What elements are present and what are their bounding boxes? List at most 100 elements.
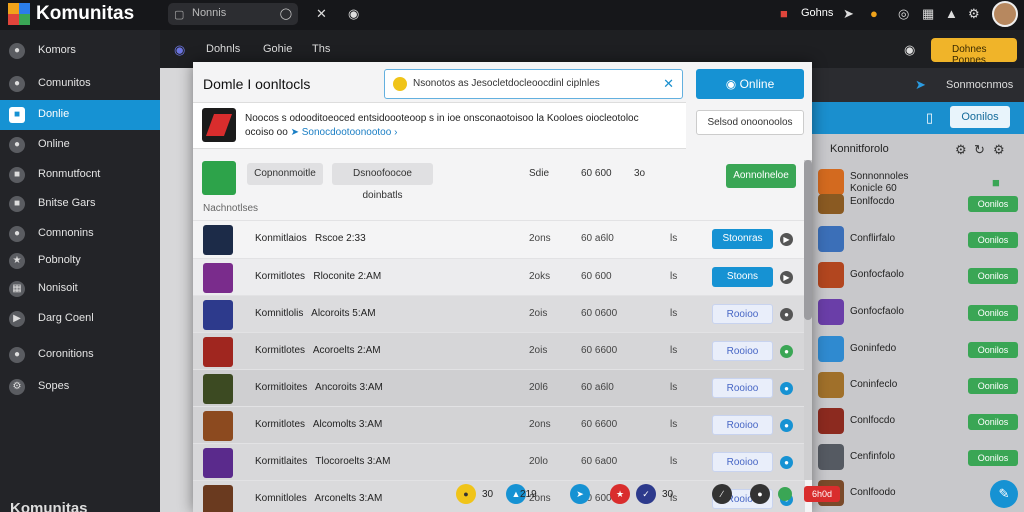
scrollbar-thumb[interactable]	[804, 160, 812, 320]
sidebar-item-komors[interactable]: ● Komors	[0, 36, 160, 66]
row-action-button[interactable]: Rooioo	[712, 304, 773, 324]
phone-icon[interactable]: ▯	[926, 110, 933, 126]
tab-dohnls[interactable]: Dohnls	[206, 43, 240, 55]
twitter-icon[interactable]: ➤	[915, 77, 926, 93]
app-logo[interactable]	[8, 3, 30, 25]
right-panel-row[interactable]: Cenfinfolo Oonilos	[812, 440, 1024, 476]
right-panel-row[interactable]: Goninfedo Oonilos	[812, 332, 1024, 368]
emoji-icon[interactable]: ●	[456, 484, 476, 504]
table-row[interactable]: Kormitloites Ancoroits 3:AM 20l6 60 a6l0…	[193, 369, 805, 406]
sidebar-item-bnitse-gars[interactable]: ■ Bnitse Gars	[0, 189, 160, 219]
online-button[interactable]: ◉ Online	[696, 69, 804, 99]
row-action-button[interactable]: Rooioo	[712, 378, 773, 398]
tab-ths[interactable]: Ths	[312, 43, 330, 55]
sidebar-item-darg-coenl[interactable]: ▶ Darg Coenl	[0, 304, 160, 334]
sidebar-item-sopes[interactable]: ⚙ Sopes	[0, 372, 160, 402]
status-badge[interactable]: Oonilos	[968, 450, 1018, 466]
status-badge[interactable]: Oonilos	[968, 232, 1018, 248]
status-badge[interactable]: Oonilos	[968, 268, 1018, 284]
play-icon[interactable]: ▶	[780, 233, 793, 246]
right-panel-tab-button[interactable]: Oonilos	[950, 106, 1010, 128]
row-action-button[interactable]: Stoons	[712, 267, 773, 287]
status-dot-icon[interactable]: ●	[780, 456, 793, 469]
grid-icon[interactable]: ▦	[922, 6, 934, 22]
filter-chip[interactable]: Copnonmoitle	[247, 163, 323, 185]
close-icon[interactable]: ✕	[316, 6, 327, 22]
camera-icon[interactable]: ◉	[904, 42, 915, 58]
row-action-button[interactable]: Rooioo	[712, 415, 773, 435]
sidebar-item-comnonins[interactable]: ● Comnonins	[0, 219, 160, 249]
sidebar-item-pobnolty[interactable]: ★ Pobnolty	[0, 246, 160, 276]
person-icon[interactable]: ●	[750, 484, 770, 504]
clear-search-icon[interactable]: ✕	[663, 76, 674, 92]
slash-icon[interactable]: ∕	[712, 484, 732, 504]
arrow-icon[interactable]: ➤	[843, 6, 854, 22]
play-icon[interactable]: ▶	[780, 271, 793, 284]
community-info: Noocos s odooditoeoced entsidoooteoop s …	[193, 102, 686, 149]
table-row[interactable]: Konmitlaios Rscoe 2:33 2ons 60 a6l0 ls S…	[193, 220, 805, 257]
status-badge[interactable]: Oonilos	[968, 305, 1018, 321]
right-panel-row[interactable]: Gonfocfaolo Oonilos	[812, 258, 1024, 294]
status-badge[interactable]: Oonilos	[968, 414, 1018, 430]
bottom-toolbar: ● 30 ▲ 219 ➤ ★ ✓ 30 ∕ ● 6h0d	[454, 480, 840, 508]
sidebar-item-ronmutfocnt[interactable]: ■ Ronmutfocnt	[0, 160, 160, 190]
table-row[interactable]: Kormitlotes Rloconite 2:AM 2oks 60 600 l…	[193, 258, 805, 295]
sidebar-item-nonisoit[interactable]: ▦ Nonisoit	[0, 274, 160, 304]
sidebar-item-donlie[interactable]: ■ Donlie	[0, 100, 160, 130]
sidebar-item-online[interactable]: ● Online	[0, 130, 160, 160]
table-row[interactable]: Kormitlotes Alcomolts 3:AM 2ons 60 6600 …	[193, 406, 805, 443]
table-row[interactable]: Komnitlolis Alcoroits 5:AM 2ois 60 0600 …	[193, 295, 805, 332]
right-panel-row[interactable]: Conflirfalo Oonilos	[812, 222, 1024, 258]
user-avatar[interactable]	[992, 1, 1018, 27]
primary-action-button[interactable]: Aonnolneloe	[726, 164, 796, 188]
status-dot-icon[interactable]: ●	[780, 419, 793, 432]
right-panel-row-name: Eonlfocdo	[850, 196, 895, 207]
table-row[interactable]: Kormitlotes Acoroelts 2:AM 2ois 60 6600 …	[193, 332, 805, 369]
right-panel-row[interactable]: Conlfocdo Oonilos	[812, 404, 1024, 440]
check-icon[interactable]: ✓	[636, 484, 656, 504]
upgrade-button[interactable]: Dohnes Ponnes	[931, 38, 1017, 66]
right-panel-header-label[interactable]: Sonmocnmos	[946, 79, 1013, 91]
select-button[interactable]: Selsod onoonoolos	[696, 110, 804, 135]
bottom-badge[interactable]: 6h0d	[804, 486, 840, 502]
row-action-button[interactable]: Rooioo	[712, 452, 773, 472]
column-header[interactable]: Sdie	[529, 168, 549, 179]
right-panel-row[interactable]: Coninfeclo Oonilos	[812, 368, 1024, 404]
compose-button[interactable]: ✎	[990, 480, 1018, 508]
top-search-input[interactable]: ▢ Nonnis ◯	[168, 3, 298, 25]
description-link[interactable]: ➤ Sonocdootoonootoo ›	[291, 127, 398, 138]
share-icon[interactable]: ▲	[945, 6, 958, 21]
status-dot-icon[interactable]: ●	[780, 345, 793, 358]
search-go-icon[interactable]: ◯	[280, 7, 292, 20]
row-name: Kormitloites Ancoroits 3:AM	[255, 382, 383, 393]
refresh-icon[interactable]: ↻	[974, 142, 985, 158]
target-icon[interactable]: ◎	[898, 6, 909, 22]
status-badge[interactable]: Oonilos	[968, 196, 1018, 212]
top-user-label[interactable]: Gohns	[801, 7, 833, 19]
status-badge[interactable]: Oonilos	[968, 378, 1018, 394]
status-dot-icon[interactable]: ●	[780, 382, 793, 395]
row-action-button[interactable]: Stoonras	[712, 229, 773, 249]
gear-icon[interactable]: ⚙	[993, 142, 1005, 158]
dialog-scrollbar[interactable]	[804, 160, 812, 480]
sidebar-item-comunitos[interactable]: ● Comunitos	[0, 69, 160, 99]
bell-icon[interactable]: ◉	[348, 6, 359, 22]
right-panel-row[interactable]: Eonlfocdo Oonilos	[812, 190, 1024, 226]
fire-icon[interactable]: ★	[610, 484, 630, 504]
filter-chip[interactable]: Dsnoofoocoe doinbatls	[332, 163, 433, 201]
dialog-search-input[interactable]: Nsonotos as Jesocletdocleoocdinl ciplnle…	[384, 69, 683, 99]
link-icon[interactable]: ➤	[570, 484, 590, 504]
flag-icon[interactable]: ■	[780, 6, 788, 21]
table-row[interactable]: Kormitlaites Tlocoroelts 3:AM 20lo 60 6a…	[193, 443, 805, 480]
column-header[interactable]: 3o	[634, 168, 645, 179]
tab-gohie[interactable]: Gohie	[263, 43, 292, 55]
right-panel-row[interactable]: Gonfocfaolo Oonilos	[812, 295, 1024, 331]
settings-icon[interactable]: ⚙	[955, 142, 967, 158]
status-dot-icon[interactable]: ●	[780, 308, 793, 321]
status-badge[interactable]: Oonilos	[968, 342, 1018, 358]
row-action-button[interactable]: Rooioo	[712, 341, 773, 361]
sidebar-item-coronitions[interactable]: ● Coronitions	[0, 340, 160, 370]
column-header[interactable]: 60 600	[581, 168, 612, 179]
settings-icon[interactable]: ⚙	[968, 6, 980, 22]
coin-icon[interactable]: ●	[870, 6, 878, 21]
